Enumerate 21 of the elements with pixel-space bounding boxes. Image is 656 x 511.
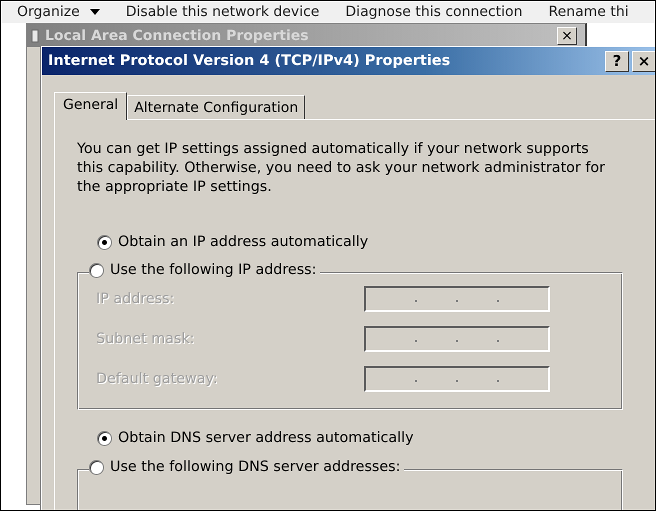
tab[interactable]: Alternate Configuration [127, 95, 306, 119]
tab[interactable]: General [54, 92, 128, 120]
toolbar-button[interactable]: Rename thi [548, 4, 629, 20]
close-button[interactable]: × [557, 26, 577, 44]
toolbar-button[interactable]: Diagnose this connection [345, 4, 522, 20]
radio-label: Use the following DNS server addresses: [110, 459, 400, 475]
toolbar-button[interactable]: Organize [17, 4, 100, 20]
radio-label: Obtain an IP address automatically [118, 234, 368, 250]
toolbar-button[interactable]: Disable this network device [126, 4, 320, 20]
radio-button[interactable] [89, 460, 104, 474]
window-title: Internet Protocol Version 4 (TCP/IPv4) Properties [48, 53, 452, 69]
radio-label: Obtain DNS server address automatically [118, 430, 414, 446]
radio-button[interactable] [97, 234, 112, 250]
radio-button[interactable] [89, 262, 104, 278]
help-button[interactable]: ? [605, 50, 629, 72]
window-title: Local Area Connection Properties [45, 28, 310, 44]
close-button[interactable]: × [632, 50, 655, 72]
caret-icon [90, 9, 100, 15]
radio-label: Use the following IP address: [110, 262, 316, 278]
intro-text: You can get IP settings assigned automatically if your network supports this capability. Otherwise, you need to ask your network administrator for the appropriate IP settings. [77, 140, 606, 197]
radio-button[interactable] [97, 430, 112, 446]
